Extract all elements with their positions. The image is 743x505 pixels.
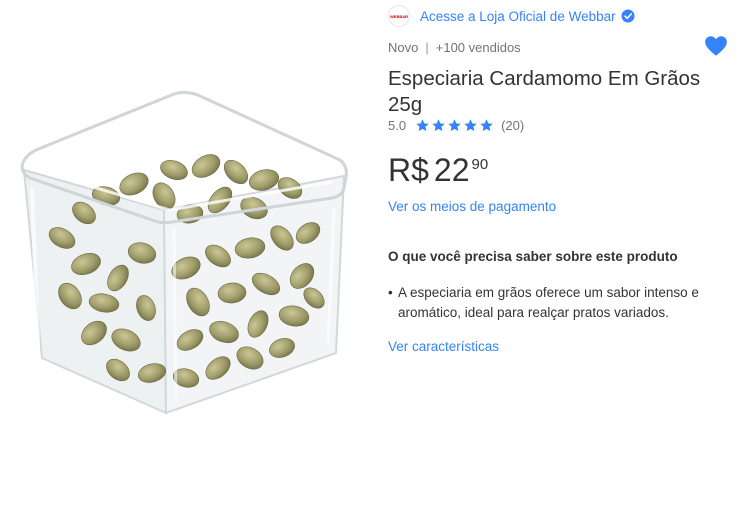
price: R$ 22 90	[388, 150, 488, 190]
features-heading: O que você precisa saber sobre este prod…	[388, 249, 678, 264]
official-store-link[interactable]: Acesse a Loja Oficial de Webbar	[420, 9, 616, 24]
official-store-row[interactable]: WEBBAR Acesse a Loja Oficial de Webbar	[388, 5, 635, 27]
heart-icon	[705, 36, 727, 56]
price-currency: R$	[388, 152, 429, 188]
rating-stars	[415, 118, 494, 133]
star-icon	[480, 119, 493, 132]
list-item: • A especiaria em grãos oferece um sabor…	[388, 283, 728, 322]
product-title: Especiaria Cardamomo Em Grãos 25g	[388, 67, 701, 116]
product-image[interactable]	[14, 88, 354, 423]
store-logo: WEBBAR	[388, 5, 410, 27]
condition-and-sales: Novo | +100 vendidos	[388, 40, 521, 55]
verified-check-icon	[621, 9, 635, 23]
review-count: (20)	[501, 118, 525, 133]
rating-score: 5.0	[388, 118, 407, 133]
payment-methods-link[interactable]: Ver os meios de pagamento	[388, 199, 556, 214]
feature-text: A especiaria em grãos oferece um sabor i…	[398, 285, 699, 320]
star-icon	[432, 119, 445, 132]
cardamom-jar-image	[20, 90, 348, 415]
star-icon	[448, 119, 461, 132]
price-cents: 90	[471, 156, 489, 173]
characteristics-link[interactable]: Ver características	[388, 339, 499, 354]
sold-count: +100 vendidos	[435, 40, 521, 55]
condition-label: Novo	[388, 40, 419, 55]
star-icon	[464, 119, 477, 132]
features-list: • A especiaria em grãos oferece um sabor…	[388, 283, 728, 322]
price-integer: 22	[433, 152, 470, 188]
subtitle-separator: |	[425, 40, 429, 55]
bullet-icon: •	[388, 285, 393, 300]
favorite-button[interactable]	[703, 33, 729, 59]
star-icon	[416, 119, 429, 132]
rating-summary[interactable]: 5.0 (20)	[388, 118, 524, 133]
